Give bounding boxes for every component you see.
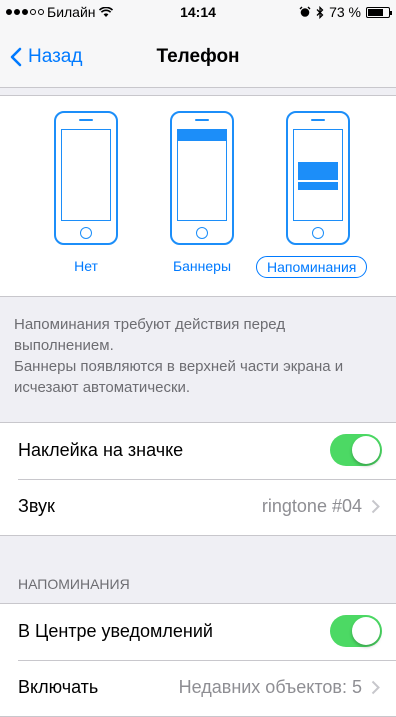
status-bar: Билайн 14:14 73 % <box>0 0 396 24</box>
alert-style-alerts-preview[interactable] <box>286 111 350 245</box>
settings-group: Наклейка на значке Звук ringtone #04 <box>0 422 396 536</box>
badge-row: Наклейка на значке <box>0 423 396 479</box>
sound-label: Звук <box>18 496 55 516</box>
alert-style-picker: Нет Баннеры Напоминания <box>0 95 396 297</box>
include-label: Включать <box>18 677 99 697</box>
sound-row[interactable]: Звук ringtone #04 <box>0 479 396 535</box>
status-right: 73 % <box>299 4 392 20</box>
alert-style-none-label[interactable]: Нет <box>62 258 110 274</box>
alert-style-none-preview[interactable] <box>54 111 118 245</box>
alert-box-shape <box>298 162 338 190</box>
notification-center-label: В Центре уведомлений <box>18 621 213 641</box>
alert-style-banners-label[interactable]: Баннеры <box>160 258 244 274</box>
bluetooth-icon <box>316 5 324 19</box>
battery-percent: 73 % <box>329 4 361 20</box>
alarm-icon <box>299 6 311 17</box>
alert-style-description: Напоминания требуют действия перед выпол… <box>14 314 384 398</box>
battery-icon <box>366 6 392 18</box>
alert-style-banners-preview[interactable] <box>170 111 234 245</box>
badge-toggle[interactable] <box>330 434 382 466</box>
alerts-description: Напоминания требуют действия перед выпол… <box>14 316 286 354</box>
chevron-right-icon <box>371 680 380 695</box>
banners-description: Баннеры появляются в верхней части экран… <box>14 358 344 396</box>
banner-shape <box>178 130 226 141</box>
alert-style-alerts-label[interactable]: Напоминания <box>256 256 368 278</box>
section-header: НАПОМИНАНИЯ <box>18 576 130 592</box>
sound-value: ringtone #04 <box>261 496 362 516</box>
include-value: Недавних объектов: 5 <box>178 677 362 697</box>
include-row[interactable]: Включать Недавних объектов: 5 <box>0 660 396 716</box>
notification-center-row: В Центре уведомлений <box>0 604 396 660</box>
navigation-bar: Назад Телефон <box>0 24 396 88</box>
badge-label: Наклейка на значке <box>18 440 184 460</box>
notification-center-toggle[interactable] <box>330 615 382 647</box>
page-title: Телефон <box>156 46 240 67</box>
reminders-group: В Центре уведомлений Включать Недавних о… <box>0 603 396 717</box>
chevron-right-icon <box>371 499 380 514</box>
